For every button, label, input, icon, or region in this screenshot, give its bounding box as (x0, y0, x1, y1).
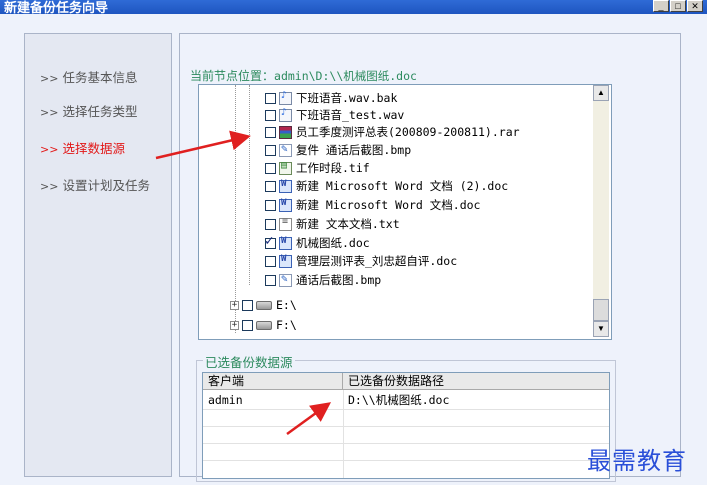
annotation-arrows (155, 130, 332, 436)
annotation-arrow-icon (155, 130, 251, 160)
annotation-arrow-icon (286, 402, 332, 436)
watermark: 最需教育 (587, 447, 687, 475)
